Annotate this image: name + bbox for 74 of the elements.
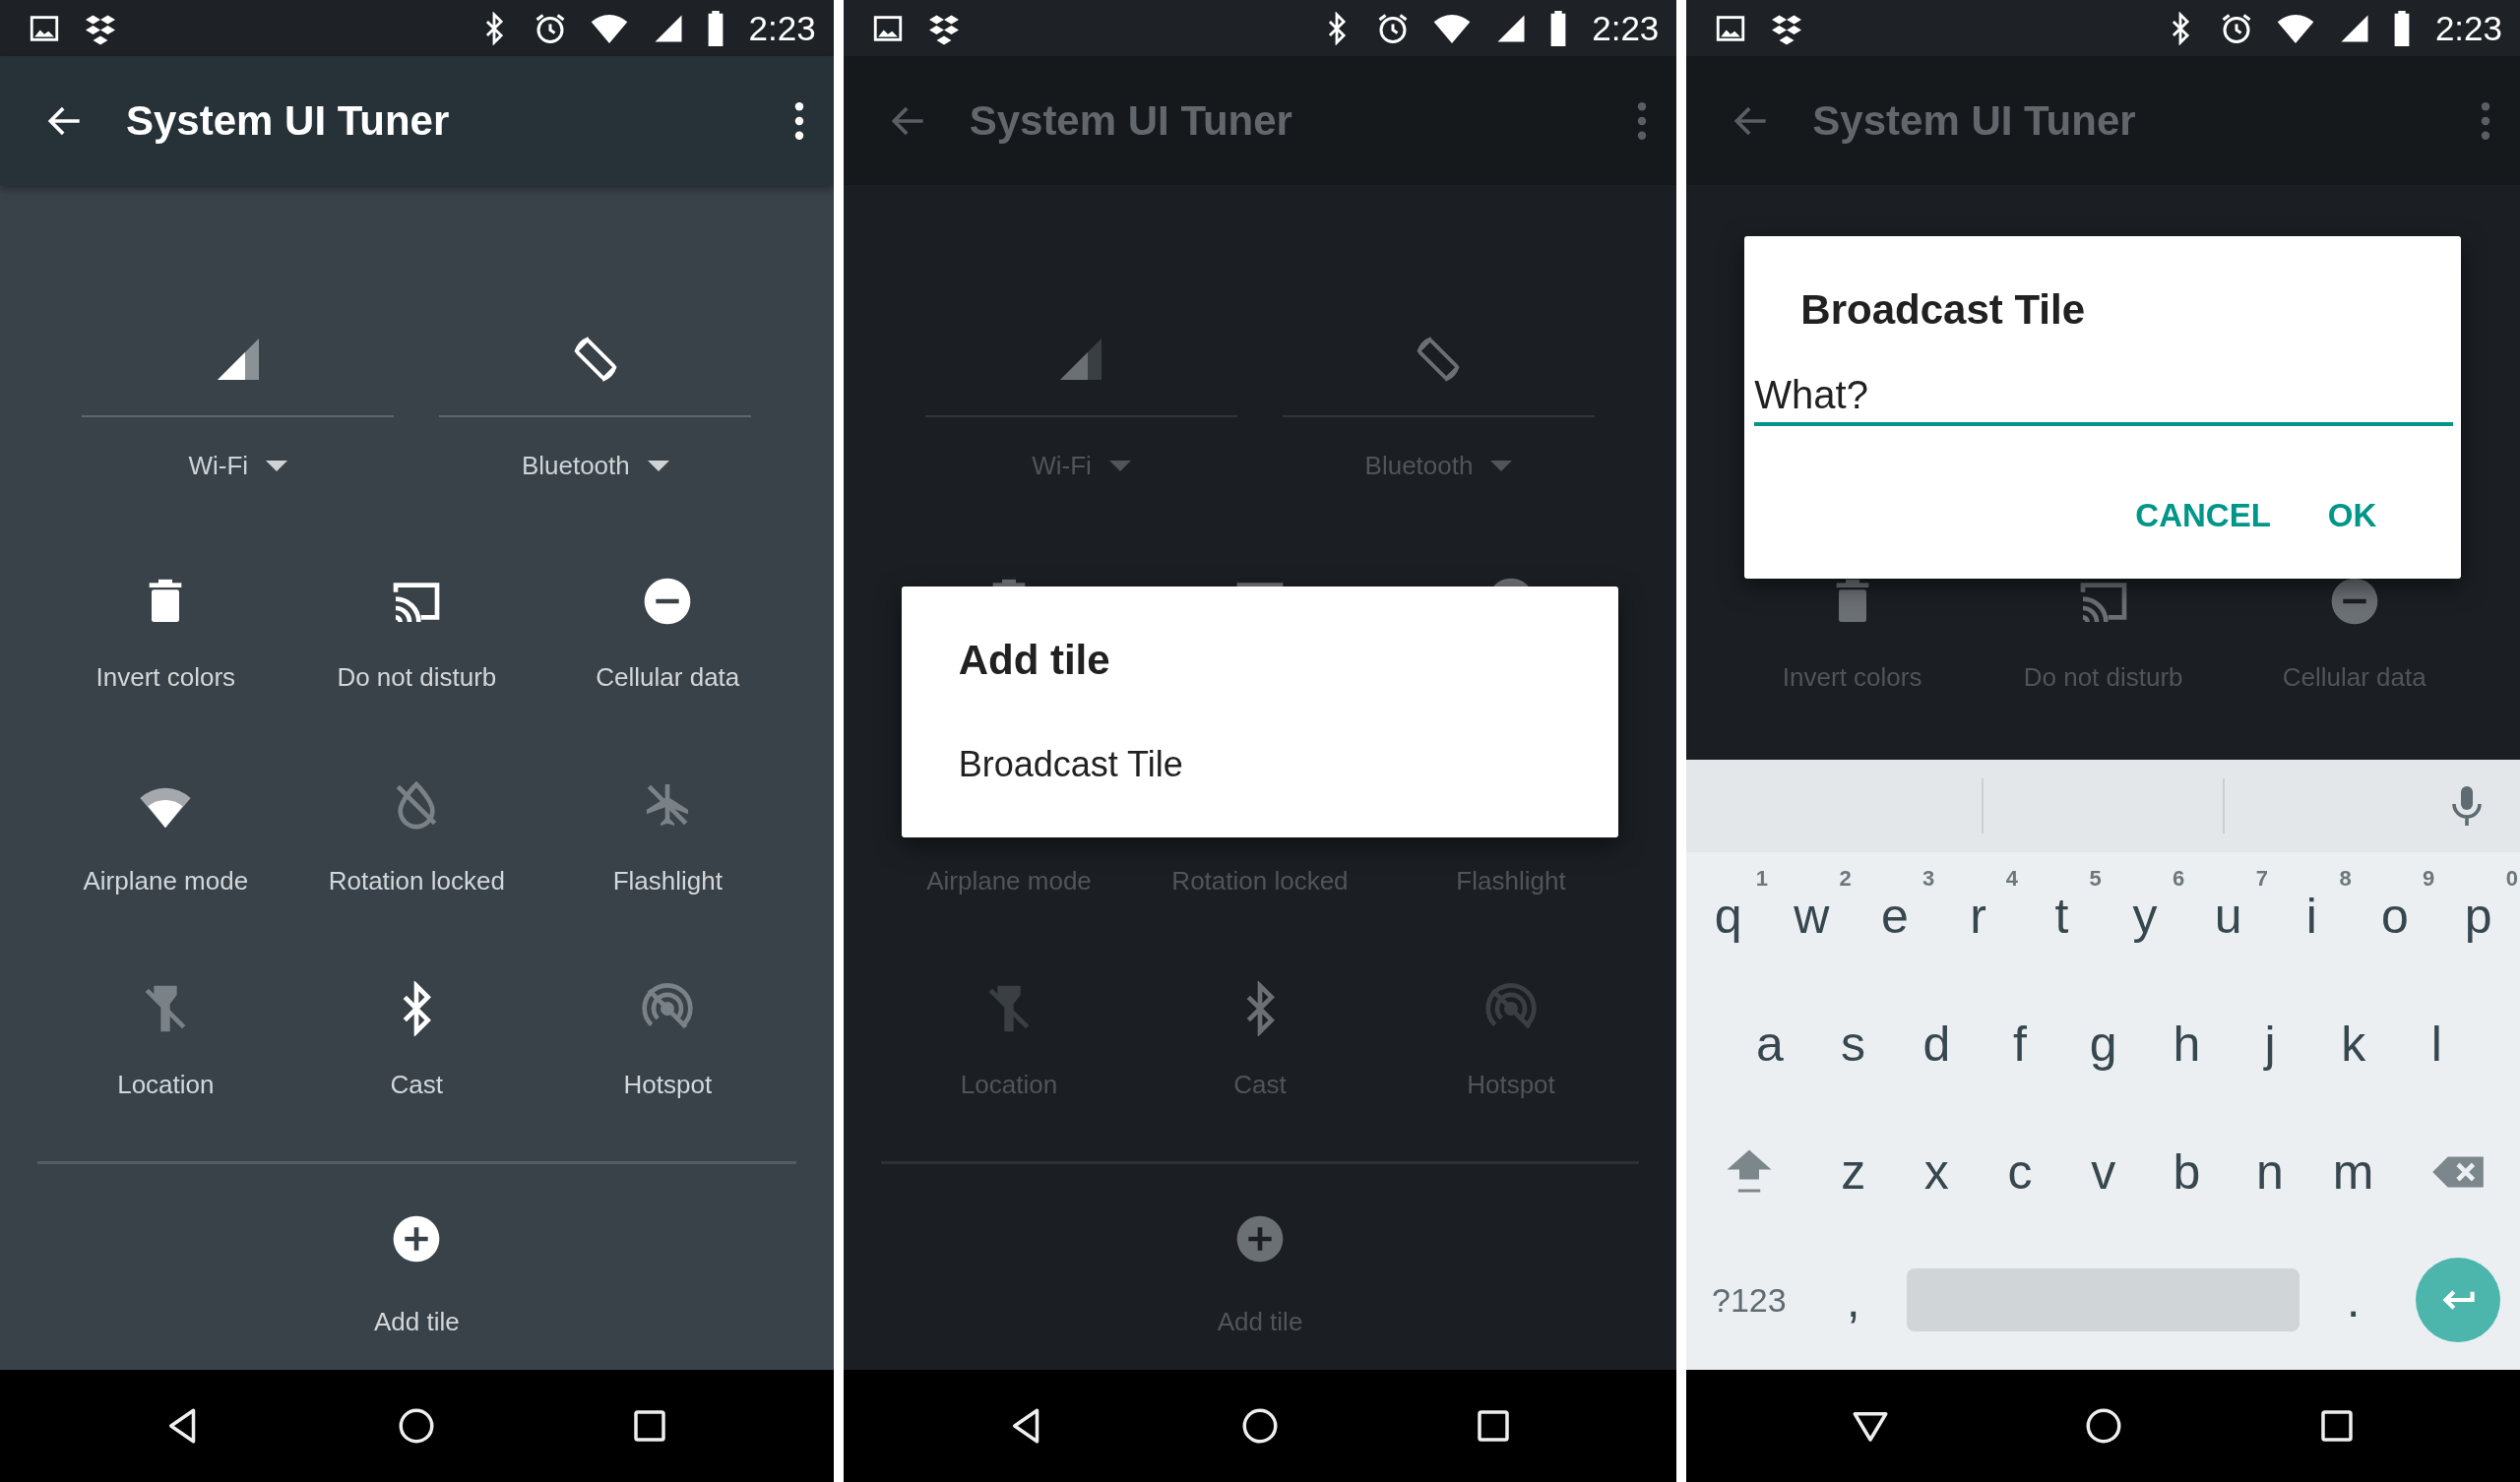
- letter-key[interactable]: x: [1895, 1108, 1979, 1236]
- tile-label: Rotation locked: [328, 866, 505, 896]
- letter-key[interactable]: z: [1811, 1108, 1895, 1236]
- dialog-title: Broadcast Tile: [1799, 285, 2086, 335]
- letter-key[interactable]: d: [1894, 980, 1979, 1108]
- tile-label: Hotspot: [623, 1070, 713, 1100]
- key-hint: 1: [1755, 866, 1768, 892]
- clock-time: 2:23: [1592, 8, 1660, 48]
- letter-key[interactable]: w 2: [1770, 852, 1854, 980]
- key-hint: 3: [1922, 866, 1935, 892]
- key-hint: 6: [2173, 866, 2185, 892]
- tile-label: Airplane mode: [83, 866, 249, 896]
- key-hint: 2: [1839, 866, 1852, 892]
- caret-icon: [1490, 461, 1513, 471]
- letter-key[interactable]: s: [1811, 980, 1895, 1108]
- letter-key[interactable]: q 1: [1686, 852, 1770, 980]
- letter-key[interactable]: j: [2228, 980, 2312, 1108]
- battery-icon: [2393, 10, 2410, 46]
- key-hint: 0: [2505, 866, 2519, 892]
- app-title: System UI Tuner: [1812, 96, 2137, 145]
- tile-label: Cellular data: [596, 662, 740, 693]
- more-icon: [1637, 101, 1648, 140]
- more-menu-button[interactable]: [793, 101, 804, 140]
- text-field[interactable]: What?: [1754, 367, 2454, 426]
- caret-icon: [647, 461, 669, 471]
- key-hint: 9: [2423, 866, 2435, 892]
- battery-icon: [707, 10, 724, 46]
- caret-icon: [1108, 461, 1131, 471]
- letter-key[interactable]: l: [2395, 980, 2479, 1108]
- letter-key[interactable]: o 9: [2353, 852, 2437, 980]
- letter-key[interactable]: ,: [1811, 1236, 1895, 1364]
- dropdown-button[interactable]: Bluetooth: [521, 451, 669, 481]
- key-hint: 4: [2005, 866, 2018, 892]
- app-title: System UI Tuner: [126, 96, 451, 145]
- key-hint: 8: [2339, 866, 2352, 892]
- letter-key[interactable]: p 0: [2436, 852, 2520, 980]
- dialog-title: Add tile: [957, 636, 1111, 685]
- letter-key[interactable]: y 6: [2103, 852, 2187, 980]
- caret-icon: [266, 461, 288, 471]
- letter-key[interactable]: h: [2145, 980, 2229, 1108]
- letter-key[interactable]: c: [1978, 1108, 2062, 1236]
- tile-label: Invert colors: [95, 662, 236, 693]
- tile-label: Location: [117, 1070, 215, 1100]
- clock-time: 2:23: [2434, 8, 2502, 48]
- battery-icon: [1550, 10, 1567, 46]
- add-tile-label: Add tile: [373, 1307, 460, 1337]
- clock-time: 2:23: [748, 8, 816, 48]
- letter-key[interactable]: b: [2145, 1108, 2229, 1236]
- key-hint: 7: [2255, 866, 2268, 892]
- letter-key[interactable]: f: [1978, 980, 2062, 1108]
- letter-key[interactable]: e 3: [1853, 852, 1937, 980]
- tile-label: Cast: [390, 1070, 444, 1100]
- letter-key[interactable]: g: [2061, 980, 2145, 1108]
- letter-key[interactable]: t 5: [2020, 852, 2104, 980]
- letter-key[interactable]: a: [1728, 980, 1812, 1108]
- more-icon: [2481, 101, 2490, 140]
- letter-key[interactable]: u 7: [2186, 852, 2270, 980]
- dialog-button[interactable]: OK: [2313, 485, 2391, 546]
- key-hint: 5: [2089, 866, 2102, 892]
- letter-key[interactable]: v: [2061, 1108, 2145, 1236]
- letter-key[interactable]: .: [2311, 1236, 2395, 1364]
- letter-key[interactable]: k: [2311, 980, 2396, 1108]
- more-icon: [793, 101, 804, 140]
- letter-key[interactable]: i 8: [2270, 852, 2354, 980]
- letter-key[interactable]: m: [2311, 1108, 2395, 1236]
- dialog-button[interactable]: CANCEL: [2121, 485, 2285, 546]
- letter-key[interactable]: n: [2228, 1108, 2312, 1236]
- dialog-list-item[interactable]: Broadcast Tile: [958, 743, 1183, 786]
- letter-key[interactable]: r 4: [1936, 852, 2020, 980]
- symbols-key[interactable]: ?123: [1686, 1236, 1812, 1364]
- app-title: System UI Tuner: [969, 96, 1293, 145]
- tile-label: Flashlight: [612, 866, 723, 896]
- tile-label: Do not disturb: [337, 662, 497, 693]
- dropdown-button[interactable]: Wi-Fi: [188, 451, 288, 481]
